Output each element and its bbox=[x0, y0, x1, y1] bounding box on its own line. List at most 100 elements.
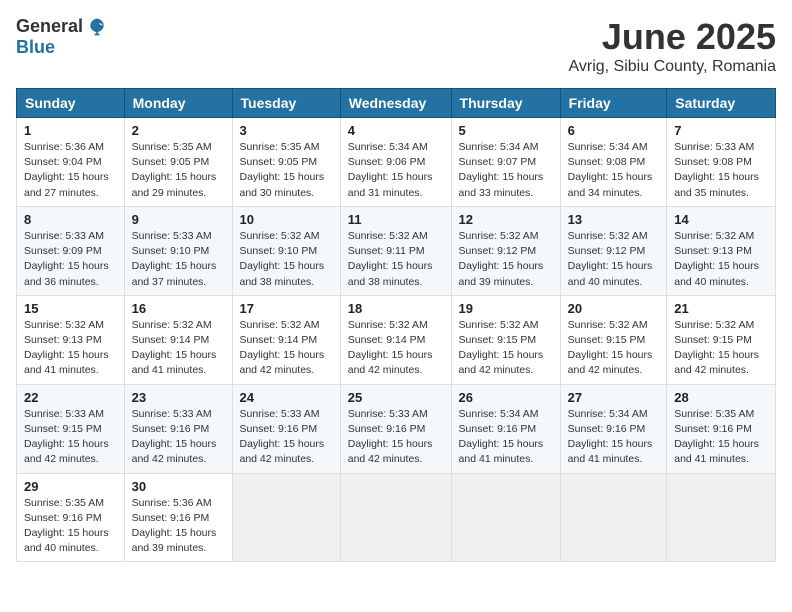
sunrise-text: Sunrise: 5:32 AM bbox=[24, 318, 117, 333]
calendar-table: Sunday Monday Tuesday Wednesday Thursday… bbox=[16, 88, 776, 562]
daylight-text: Daylight: 15 hours and 36 minutes. bbox=[24, 259, 117, 289]
sunrise-text: Sunrise: 5:32 AM bbox=[459, 229, 553, 244]
sunrise-text: Sunrise: 5:36 AM bbox=[24, 140, 117, 155]
calendar-week-row: 22Sunrise: 5:33 AMSunset: 9:15 PMDayligh… bbox=[17, 384, 776, 473]
sunrise-text: Sunrise: 5:33 AM bbox=[240, 407, 333, 422]
sunrise-text: Sunrise: 5:33 AM bbox=[674, 140, 768, 155]
calendar-cell: 21 Sunrise: 5:32 AMSunset: 9:15 PMDayligh… bbox=[667, 295, 776, 384]
daylight-text: Daylight: 15 hours and 31 minutes. bbox=[348, 170, 444, 200]
daylight-text: Daylight: 15 hours and 42 minutes. bbox=[568, 348, 660, 378]
logo-general: General bbox=[16, 16, 83, 37]
sunset-text: Sunset: 9:05 PM bbox=[240, 155, 333, 170]
daylight-text: Daylight: 15 hours and 33 minutes. bbox=[459, 170, 553, 200]
sunset-text: Sunset: 9:16 PM bbox=[459, 422, 553, 437]
day-number: 29 bbox=[24, 479, 117, 494]
day-number: 7 bbox=[674, 123, 768, 138]
daylight-text: Daylight: 15 hours and 42 minutes. bbox=[459, 348, 553, 378]
sunrise-text: Sunrise: 5:32 AM bbox=[240, 229, 333, 244]
day-number: 17 bbox=[240, 301, 333, 316]
day-info: Sunrise: 5:33 AMSunset: 9:16 PMDaylight:… bbox=[240, 407, 333, 468]
day-number: 10 bbox=[240, 212, 333, 227]
calendar-cell bbox=[340, 473, 451, 562]
day-info: Sunrise: 5:33 AMSunset: 9:10 PMDaylight:… bbox=[132, 229, 225, 290]
calendar-cell: 4Sunrise: 5:34 AMSunset: 9:06 PMDaylight… bbox=[340, 118, 451, 207]
daylight-text: Daylight: 15 hours and 41 minutes. bbox=[459, 437, 553, 467]
daylight-text: Daylight: 15 hours and 41 minutes. bbox=[674, 437, 768, 467]
sunrise-text: Sunrise: 5:35 AM bbox=[674, 407, 768, 422]
calendar-cell: 7 Sunrise: 5:33 AMSunset: 9:08 PMDaylight… bbox=[667, 118, 776, 207]
daylight-text: Daylight: 15 hours and 41 minutes. bbox=[568, 437, 660, 467]
sunrise-text: Sunrise: 5:34 AM bbox=[459, 407, 553, 422]
sunset-text: Sunset: 9:06 PM bbox=[348, 155, 444, 170]
calendar-cell: 8Sunrise: 5:33 AMSunset: 9:09 PMDaylight… bbox=[17, 206, 125, 295]
daylight-text: Daylight: 15 hours and 40 minutes. bbox=[674, 259, 768, 289]
daylight-text: Daylight: 15 hours and 38 minutes. bbox=[348, 259, 444, 289]
calendar-cell: 5Sunrise: 5:34 AMSunset: 9:07 PMDaylight… bbox=[451, 118, 560, 207]
sunset-text: Sunset: 9:07 PM bbox=[459, 155, 553, 170]
sunset-text: Sunset: 9:16 PM bbox=[568, 422, 660, 437]
calendar-cell: 6Sunrise: 5:34 AMSunset: 9:08 PMDaylight… bbox=[560, 118, 667, 207]
sunset-text: Sunset: 9:08 PM bbox=[674, 155, 768, 170]
daylight-text: Daylight: 15 hours and 42 minutes. bbox=[348, 348, 444, 378]
sunset-text: Sunset: 9:15 PM bbox=[674, 333, 768, 348]
daylight-text: Daylight: 15 hours and 42 minutes. bbox=[348, 437, 444, 467]
day-number: 27 bbox=[568, 390, 660, 405]
calendar-cell: 13 Sunrise: 5:32 AMSunset: 9:12 PMDayligh… bbox=[560, 206, 667, 295]
calendar-week-row: 1Sunrise: 5:36 AMSunset: 9:04 PMDaylight… bbox=[17, 118, 776, 207]
calendar-cell: 30Sunrise: 5:36 AMSunset: 9:16 PMDayligh… bbox=[124, 473, 232, 562]
daylight-text: Daylight: 15 hours and 42 minutes. bbox=[132, 437, 225, 467]
daylight-text: Daylight: 15 hours and 42 minutes. bbox=[240, 437, 333, 467]
day-info: Sunrise: 5:32 AMSunset: 9:14 PMDaylight:… bbox=[240, 318, 333, 379]
daylight-text: Daylight: 15 hours and 34 minutes. bbox=[568, 170, 660, 200]
col-wednesday: Wednesday bbox=[340, 89, 451, 118]
sunset-text: Sunset: 9:14 PM bbox=[240, 333, 333, 348]
calendar-cell bbox=[451, 473, 560, 562]
day-number: 20 bbox=[568, 301, 660, 316]
month-year-title: June 2025 bbox=[568, 16, 776, 58]
day-info: Sunrise: 5:35 AMSunset: 9:16 PMDaylight:… bbox=[674, 407, 768, 468]
calendar-cell: 12Sunrise: 5:32 AMSunset: 9:12 PMDayligh… bbox=[451, 206, 560, 295]
sunrise-text: Sunrise: 5:34 AM bbox=[568, 140, 660, 155]
day-info: Sunrise: 5:32 AMSunset: 9:13 PMDaylight:… bbox=[24, 318, 117, 379]
daylight-text: Daylight: 15 hours and 27 minutes. bbox=[24, 170, 117, 200]
sunset-text: Sunset: 9:13 PM bbox=[674, 244, 768, 259]
calendar-cell: 29Sunrise: 5:35 AMSunset: 9:16 PMDayligh… bbox=[17, 473, 125, 562]
day-number: 21 bbox=[674, 301, 768, 316]
daylight-text: Daylight: 15 hours and 40 minutes. bbox=[24, 526, 117, 556]
sunset-text: Sunset: 9:15 PM bbox=[24, 422, 117, 437]
day-info: Sunrise: 5:32 AMSunset: 9:12 PMDaylight:… bbox=[459, 229, 553, 290]
day-info: Sunrise: 5:33 AMSunset: 9:15 PMDaylight:… bbox=[24, 407, 117, 468]
day-number: 9 bbox=[132, 212, 225, 227]
day-number: 6 bbox=[568, 123, 660, 138]
calendar-cell: 28Sunrise: 5:35 AMSunset: 9:16 PMDayligh… bbox=[667, 384, 776, 473]
day-info: Sunrise: 5:32 AMSunset: 9:15 PMDaylight:… bbox=[674, 318, 768, 379]
day-number: 18 bbox=[348, 301, 444, 316]
calendar-cell: 10 Sunrise: 5:32 AMSunset: 9:10 PMDayligh… bbox=[232, 206, 340, 295]
header: General Blue June 2025 Avrig, Sibiu Coun… bbox=[16, 16, 776, 76]
daylight-text: Daylight: 15 hours and 42 minutes. bbox=[240, 348, 333, 378]
calendar-cell: 11Sunrise: 5:32 AMSunset: 9:11 PMDayligh… bbox=[340, 206, 451, 295]
col-friday: Friday bbox=[560, 89, 667, 118]
sunset-text: Sunset: 9:10 PM bbox=[240, 244, 333, 259]
day-number: 3 bbox=[240, 123, 333, 138]
day-number: 26 bbox=[459, 390, 553, 405]
calendar-cell: 16Sunrise: 5:32 AMSunset: 9:14 PMDayligh… bbox=[124, 295, 232, 384]
daylight-text: Daylight: 15 hours and 35 minutes. bbox=[674, 170, 768, 200]
sunrise-text: Sunrise: 5:35 AM bbox=[132, 140, 225, 155]
sunrise-text: Sunrise: 5:34 AM bbox=[348, 140, 444, 155]
day-info: Sunrise: 5:32 AMSunset: 9:12 PMDaylight:… bbox=[568, 229, 660, 290]
day-info: Sunrise: 5:32 AMSunset: 9:15 PMDaylight:… bbox=[459, 318, 553, 379]
day-number: 13 bbox=[568, 212, 660, 227]
sunset-text: Sunset: 9:11 PM bbox=[348, 244, 444, 259]
sunset-text: Sunset: 9:09 PM bbox=[24, 244, 117, 259]
daylight-text: Daylight: 15 hours and 39 minutes. bbox=[459, 259, 553, 289]
calendar-cell: 22Sunrise: 5:33 AMSunset: 9:15 PMDayligh… bbox=[17, 384, 125, 473]
sunrise-text: Sunrise: 5:32 AM bbox=[674, 318, 768, 333]
sunset-text: Sunset: 9:15 PM bbox=[459, 333, 553, 348]
calendar-cell: 17 Sunrise: 5:32 AMSunset: 9:14 PMDayligh… bbox=[232, 295, 340, 384]
day-info: Sunrise: 5:32 AMSunset: 9:10 PMDaylight:… bbox=[240, 229, 333, 290]
day-number: 24 bbox=[240, 390, 333, 405]
sunrise-text: Sunrise: 5:33 AM bbox=[24, 229, 117, 244]
sunset-text: Sunset: 9:04 PM bbox=[24, 155, 117, 170]
sunrise-text: Sunrise: 5:35 AM bbox=[24, 496, 117, 511]
